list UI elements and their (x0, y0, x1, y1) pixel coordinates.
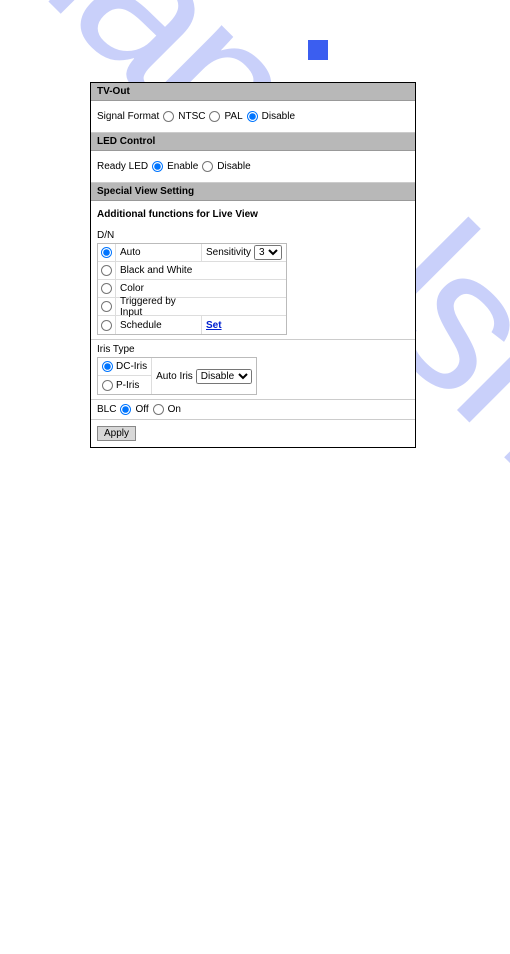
dn-label: D/N (97, 230, 409, 241)
tvout-body: Signal Format NTSC PAL Disable (91, 101, 415, 133)
blc-off-label: Off (135, 404, 148, 415)
signal-format-pal-radio[interactable] (209, 111, 220, 122)
apply-button[interactable]: Apply (97, 426, 136, 441)
dn-row-bw: Black and White (98, 262, 286, 280)
blc-off-radio[interactable] (120, 404, 131, 415)
dn-schedule-set-link[interactable]: Set (206, 320, 222, 331)
iris-table: DC-Iris P-Iris Auto Iris Disable (97, 357, 257, 395)
auto-iris-select[interactable]: Disable (196, 369, 252, 384)
signal-format-disable-label: Disable (262, 111, 295, 122)
ready-led-enable-radio[interactable] (152, 161, 163, 172)
iris-p-radio[interactable] (102, 380, 113, 391)
dn-row-auto: Auto Sensitivity 3 (98, 244, 286, 262)
ready-led-enable-label: Enable (167, 161, 198, 172)
signal-format-disable-radio[interactable] (247, 111, 258, 122)
led-header: LED Control (91, 133, 415, 151)
dn-table: Auto Sensitivity 3 Black and White Color… (97, 243, 287, 335)
dn-row-triggered: Triggered by Input (98, 298, 286, 316)
dn-schedule-label: Schedule (116, 316, 202, 334)
dn-row-schedule: Schedule Set (98, 316, 286, 334)
blc-label: BLC (97, 404, 116, 415)
blc-block: BLC Off On (91, 400, 415, 420)
blc-on-radio[interactable] (153, 404, 164, 415)
dn-sensitivity-select[interactable]: 3 (254, 245, 282, 260)
iris-dc-label: DC-Iris (116, 361, 147, 372)
iris-dc-radio[interactable] (102, 361, 113, 372)
tvout-header: TV-Out (91, 83, 415, 101)
dn-color-label: Color (116, 280, 202, 297)
apply-row: Apply (91, 420, 415, 447)
dn-bw-radio[interactable] (101, 265, 112, 276)
dn-auto-label: Auto (116, 244, 202, 261)
special-header: Special View Setting (91, 183, 415, 201)
auto-iris-label: Auto Iris (156, 371, 193, 382)
signal-format-label: Signal Format (97, 111, 159, 122)
ready-led-label: Ready LED (97, 161, 148, 172)
iris-label: Iris Type (97, 344, 409, 355)
signal-format-pal-label: PAL (224, 111, 242, 122)
dn-color-radio[interactable] (101, 283, 112, 294)
dn-triggered-label: Triggered by Input (116, 298, 202, 315)
page-marker-square (308, 40, 328, 60)
dn-triggered-radio[interactable] (101, 301, 112, 312)
dn-auto-radio[interactable] (101, 247, 112, 258)
ready-led-disable-label: Disable (217, 161, 250, 172)
blc-on-label: On (168, 404, 181, 415)
dn-bw-label: Black and White (116, 262, 202, 279)
led-body: Ready LED Enable Disable (91, 151, 415, 183)
signal-format-ntsc-label: NTSC (178, 111, 205, 122)
settings-panel: TV-Out Signal Format NTSC PAL Disable LE… (90, 82, 416, 448)
dn-schedule-radio[interactable] (101, 320, 112, 331)
ready-led-disable-radio[interactable] (202, 161, 213, 172)
iris-p-label: P-Iris (116, 380, 139, 391)
dn-block: D/N Auto Sensitivity 3 Black and White C… (91, 226, 415, 340)
signal-format-ntsc-radio[interactable] (163, 111, 174, 122)
iris-block: Iris Type DC-Iris P-Iris Auto Iris Disab… (91, 340, 415, 400)
dn-sensitivity-label: Sensitivity (206, 247, 251, 258)
special-subhead: Additional functions for Live View (91, 201, 415, 226)
